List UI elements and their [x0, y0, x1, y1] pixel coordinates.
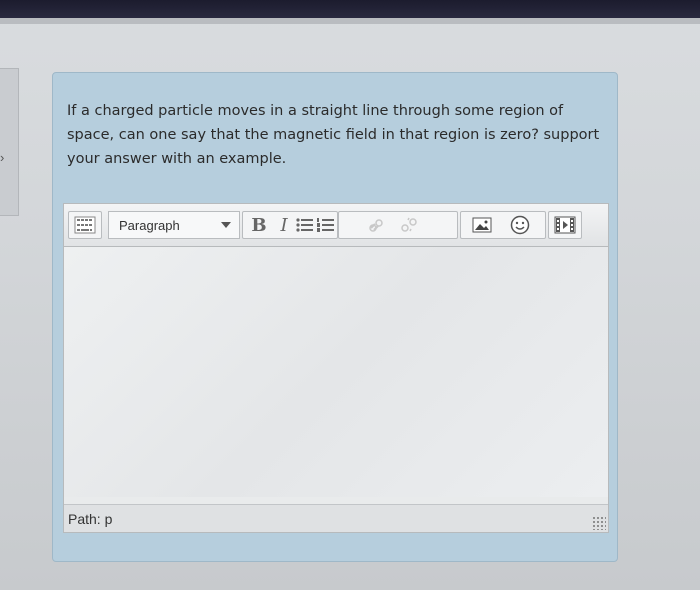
chevron-down-icon	[221, 222, 231, 228]
paragraph-format-select[interactable]: Paragraph	[108, 211, 240, 239]
toolbar-toggle-icon	[73, 212, 97, 238]
editor-toolbar: Paragraph B I	[64, 204, 608, 247]
image-button[interactable]	[469, 212, 495, 238]
link-icon	[369, 219, 383, 232]
paragraph-format-value: Paragraph	[119, 217, 180, 233]
smiley-icon	[510, 215, 530, 235]
left-arrow-icon: ›	[0, 150, 5, 165]
left-side-panel	[0, 68, 19, 216]
toolbar-toggle-button[interactable]	[68, 211, 102, 239]
italic-button[interactable]: I	[273, 212, 295, 238]
question-line: If a charged particle moves in a straigh…	[67, 103, 564, 119]
media-group	[460, 211, 546, 239]
emoticon-button[interactable]	[507, 212, 533, 238]
bold-button[interactable]: B	[245, 212, 273, 238]
numbered-list-icon	[317, 218, 334, 232]
unlink-icon	[401, 217, 417, 232]
question-card: If a charged particle moves in a straigh…	[52, 72, 618, 562]
unlink-button[interactable]	[397, 212, 421, 238]
element-path: Path: p	[68, 510, 113, 527]
link-group	[338, 211, 458, 239]
bullet-list-icon	[296, 218, 313, 232]
editor-status-bar: Path: p	[64, 504, 608, 532]
resize-handle-icon[interactable]	[592, 516, 606, 530]
link-button[interactable]	[365, 212, 389, 238]
image-icon	[472, 217, 492, 233]
question-line: your answer with an example.	[67, 151, 287, 167]
answer-editor: Paragraph B I Path: p	[63, 203, 609, 533]
answer-text-area[interactable]	[64, 247, 608, 497]
bullet-list-button[interactable]	[295, 212, 315, 238]
media-embed-icon	[553, 212, 577, 238]
text-style-group: B I	[242, 211, 338, 239]
question-text: If a charged particle moves in a straigh…	[67, 99, 607, 171]
numbered-list-button[interactable]	[315, 212, 337, 238]
screen-top-edge	[0, 18, 700, 24]
media-embed-button[interactable]	[548, 211, 582, 239]
question-line: space, can one say that the magnetic fie…	[67, 127, 600, 143]
screen-top-bezel	[0, 0, 700, 20]
